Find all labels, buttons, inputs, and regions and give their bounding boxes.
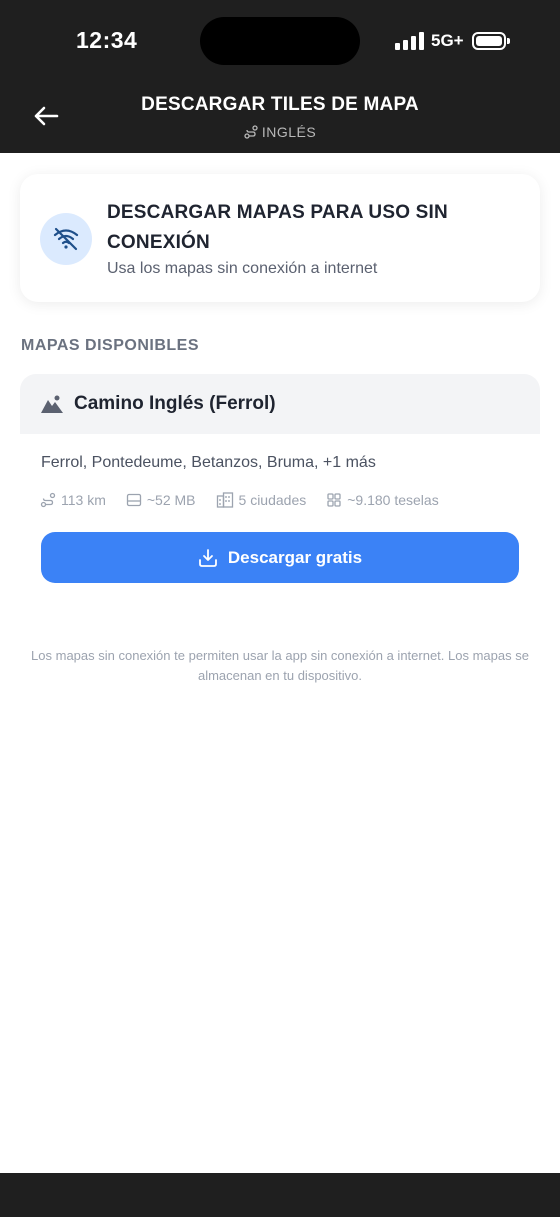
tiles-value: ~9.180 teselas — [347, 492, 439, 508]
download-button-label: Descargar gratis — [227, 547, 363, 567]
signal-icon — [395, 32, 424, 50]
tiles-info: ~9.180 teselas — [326, 492, 439, 508]
status-time: 12:34 — [76, 27, 138, 53]
wifi-off-icon — [40, 213, 92, 265]
cities-value: 5 ciudades — [238, 492, 307, 508]
mountain-icon — [41, 395, 63, 413]
distance-info: 113 km — [40, 492, 106, 508]
battery-icon — [472, 32, 510, 50]
download-icon — [199, 548, 217, 567]
offline-card-subtitle: Usa los mapas sin conexión a internet — [107, 260, 378, 277]
distance-value: 113 km — [61, 492, 106, 508]
offline-card-title: DESCARGAR MAPAS PARA USO SIN CONEXIÓN — [107, 202, 448, 253]
network-label: 5G+ — [431, 31, 464, 50]
route-name: Camino Inglés (Ferrol) — [74, 393, 276, 414]
route-card-header: Camino Inglés (Ferrol) — [20, 374, 540, 434]
dynamic-island — [200, 17, 360, 65]
route-icon — [40, 492, 56, 508]
route-cities: Ferrol, Pontedeume, Betanzos, Bruma, +1 … — [41, 454, 376, 471]
storage-icon — [126, 493, 142, 507]
route-icon — [244, 125, 258, 139]
buildings-icon — [216, 492, 233, 508]
bottom-bar — [0, 1173, 560, 1217]
page-subtitle: INGLÉS — [0, 124, 560, 140]
grid-icon — [327, 493, 341, 507]
cities-info: 5 ciudades — [216, 492, 307, 508]
top-app-bar: DESCARGAR TILES DE MAPA INGLÉS — [0, 84, 560, 153]
page-title: DESCARGAR TILES DE MAPA — [141, 94, 419, 115]
size-info: ~52 MB — [126, 492, 196, 508]
size-value: ~52 MB — [146, 492, 196, 508]
status-bar: 12:34 5G+ — [0, 0, 560, 84]
download-button[interactable]: Descargar gratis — [41, 532, 519, 583]
route-subtitle: INGLÉS — [261, 124, 317, 140]
footnote-text: Los mapas sin conexión te permiten usar … — [31, 648, 529, 683]
route-meta: 113 km ~52 MB 5 ciudades ~9.180 teselas — [40, 492, 459, 508]
offline-info-card: DESCARGAR MAPAS PARA USO SIN CONEXIÓN Us… — [20, 174, 540, 302]
section-heading: MAPAS DISPONIBLES — [21, 337, 199, 354]
